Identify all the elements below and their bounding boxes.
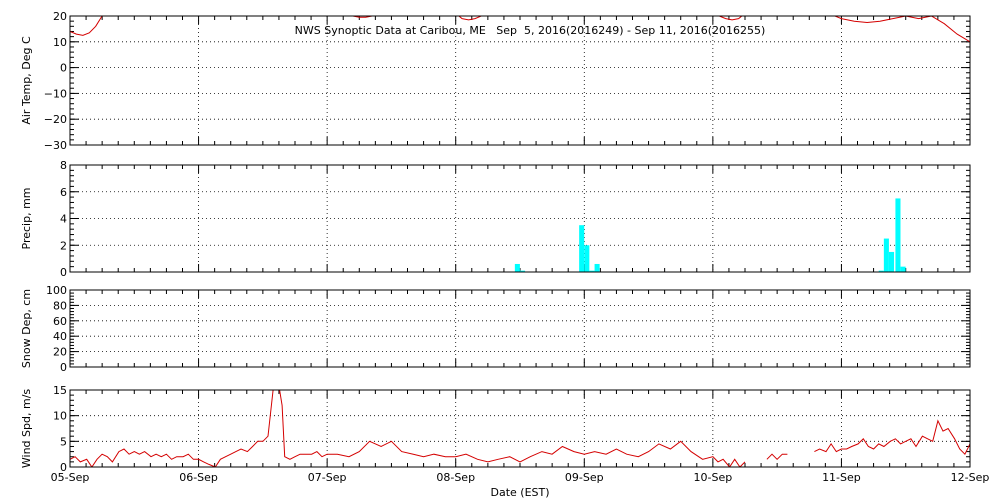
y-tick-label: 60 bbox=[53, 315, 67, 328]
panel-wind-speed: 051015Wind Spd, m/s bbox=[20, 384, 971, 474]
precip-bar bbox=[900, 266, 906, 272]
y-tick-label: −30 bbox=[44, 139, 67, 152]
y-tick-label: 20 bbox=[53, 346, 67, 359]
y-tick-label: 8 bbox=[60, 159, 67, 172]
panel-frame bbox=[69, 389, 971, 468]
y-tick-label: 40 bbox=[53, 330, 67, 343]
series-line bbox=[766, 453, 788, 461]
y-axis-label: Wind Spd, m/s bbox=[20, 389, 33, 469]
precip-bar bbox=[514, 263, 520, 272]
panel-frame bbox=[69, 289, 971, 368]
series-line bbox=[70, 390, 746, 467]
precip-bar bbox=[584, 245, 590, 272]
x-tick-label: 08-Sep bbox=[436, 471, 475, 484]
panels: −30 −20 −10 0 10 20 Air Temp, Deg C 0 2 4 6 8 Precip… bbox=[20, 10, 990, 484]
y-tick-label: 0 bbox=[60, 62, 67, 75]
synoptic-chart: NWS Synoptic Data at Caribou, ME Sep 5, … bbox=[20, 10, 990, 499]
x-tick-label: 06-Sep bbox=[179, 471, 218, 484]
y-tick-label: 6 bbox=[60, 186, 67, 199]
y-tick-label: 100 bbox=[46, 284, 67, 297]
x-tick-label: 10-Sep bbox=[694, 471, 733, 484]
precip-bar bbox=[889, 251, 895, 272]
chart-title: NWS Synoptic Data at Caribou, ME Sep 5, … bbox=[295, 24, 766, 37]
x-tick-label: 09-Sep bbox=[565, 471, 604, 484]
panel-snow-depth: 0 20 40 60 80 100 Snow Dep, cm bbox=[20, 284, 971, 374]
precip-bar bbox=[895, 198, 901, 272]
data-layer bbox=[70, 390, 970, 467]
y-tick-label: 2 bbox=[60, 239, 67, 252]
panel-air-temp: −30 −20 −10 0 10 20 Air Temp, Deg C bbox=[20, 10, 971, 152]
y-tick-label: 20 bbox=[53, 10, 67, 23]
y-tick-label: 0 bbox=[60, 266, 67, 279]
series-line bbox=[814, 419, 970, 456]
precip-bar bbox=[594, 263, 600, 272]
y-axis-label: Precip, mm bbox=[20, 188, 33, 250]
x-axis-label: Date (EST) bbox=[490, 486, 549, 499]
y-tick-label: −20 bbox=[44, 113, 67, 126]
y-tick-label: 10 bbox=[53, 36, 67, 49]
x-tick-label: 07-Sep bbox=[308, 471, 347, 484]
precip-bar bbox=[883, 238, 889, 272]
x-tick-label: 11-Sep bbox=[822, 471, 861, 484]
y-tick-label: 15 bbox=[53, 384, 67, 397]
precip-bar bbox=[579, 225, 585, 272]
y-axis-label: Snow Dep, cm bbox=[20, 289, 33, 368]
y-tick-label: 4 bbox=[60, 213, 67, 226]
y-tick-label: 10 bbox=[53, 410, 67, 423]
x-tick-label: 12-Sep bbox=[951, 471, 990, 484]
data-layer bbox=[514, 198, 906, 272]
y-axis-label: Air Temp, Deg C bbox=[20, 36, 33, 125]
y-tick-label: 5 bbox=[60, 435, 67, 448]
y-tick-label: −10 bbox=[44, 87, 67, 100]
y-tick-label: 80 bbox=[53, 299, 67, 312]
panel-precip: 0 2 4 6 8 Precip, mm bbox=[20, 159, 971, 279]
x-tick-label: 05-Sep bbox=[51, 471, 90, 484]
y-tick-label: 0 bbox=[60, 361, 67, 374]
